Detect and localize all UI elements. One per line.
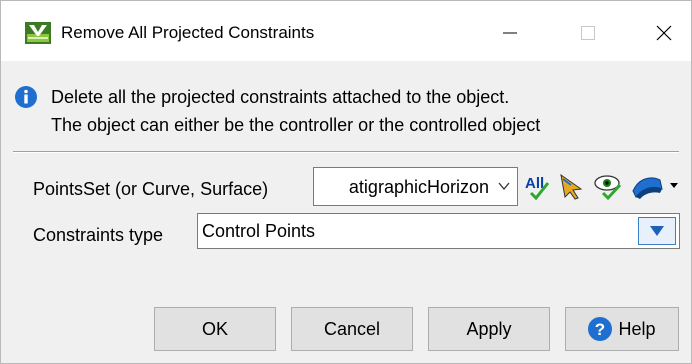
info-icon <box>15 86 37 108</box>
maximize-button[interactable] <box>565 15 611 51</box>
info-text-line-1: Delete all the projected constraints att… <box>51 87 510 107</box>
title-bar[interactable]: Remove All Projected Constraints <box>1 1 691 61</box>
surface-object-icon <box>632 177 678 199</box>
pick-cursor-button[interactable] <box>555 169 589 203</box>
constraints-type-combobox[interactable]: Control Points <box>197 213 680 249</box>
help-icon: ? <box>588 317 613 341</box>
triangle-down-icon <box>650 226 664 236</box>
apply-button[interactable]: Apply <box>428 307 550 351</box>
chevron-down-icon <box>670 183 678 188</box>
pick-cursor-icon <box>560 173 583 200</box>
maximize-icon <box>581 26 595 40</box>
constraints-type-value: Control Points <box>202 221 316 241</box>
ok-button[interactable]: OK <box>154 307 276 351</box>
visible-objects-button[interactable] <box>591 169 625 203</box>
separator <box>13 151 679 153</box>
object-type-dropdown[interactable] <box>629 169 685 203</box>
constraints-type-label: Constraints type <box>33 225 164 245</box>
select-all-button[interactable]: All <box>519 169 553 203</box>
close-button[interactable] <box>641 15 687 51</box>
minimize-icon <box>503 32 517 34</box>
chevron-down-icon[interactable] <box>497 178 511 194</box>
points-set-value: atigraphicHorizon <box>348 177 489 197</box>
close-icon <box>656 25 672 41</box>
minimize-button[interactable] <box>487 15 533 51</box>
visible-eye-icon <box>594 175 622 201</box>
help-button[interactable]: ? Help <box>565 307 679 351</box>
dialog-window: Remove All Projected Constraints Delete … <box>0 0 692 364</box>
svg-text:?: ? <box>595 320 605 339</box>
constraints-type-dropdown-button[interactable] <box>638 217 676 245</box>
points-set-label: PointsSet (or Curve, Surface) <box>33 179 269 199</box>
points-set-combobox[interactable]: atigraphicHorizon <box>313 167 518 206</box>
help-button-label: Help <box>618 319 656 339</box>
app-icon <box>25 22 51 44</box>
window-title: Remove All Projected Constraints <box>61 23 315 42</box>
info-text-line-2: The object can either be the controller … <box>51 115 541 135</box>
cancel-button[interactable]: Cancel <box>291 307 413 351</box>
